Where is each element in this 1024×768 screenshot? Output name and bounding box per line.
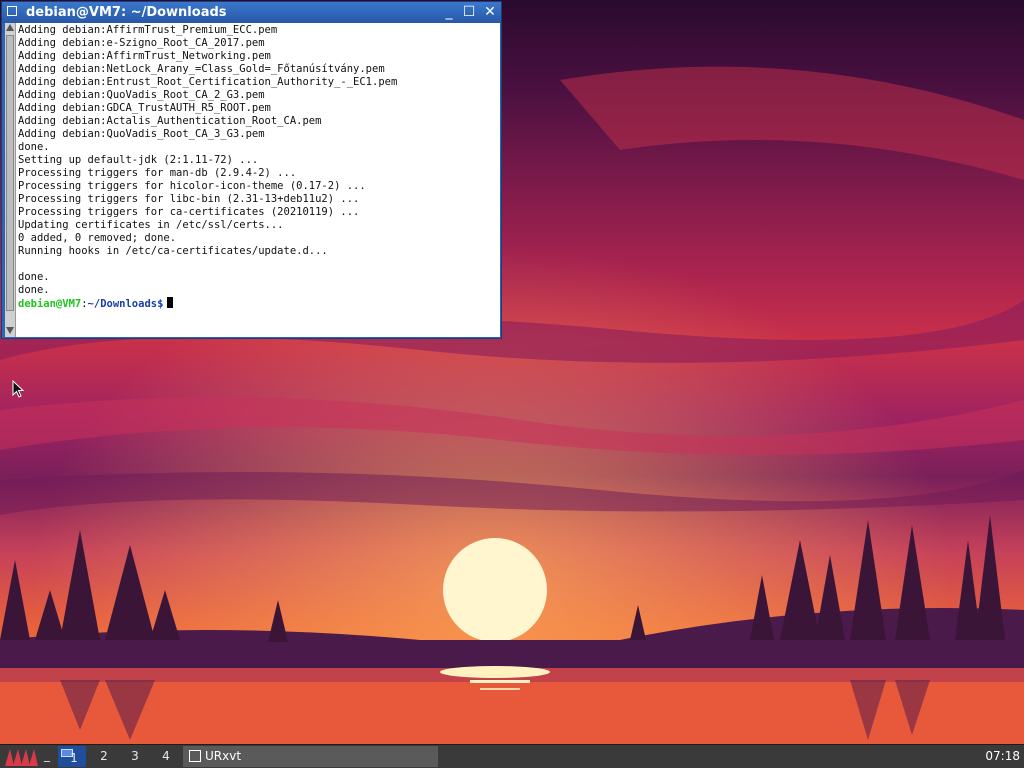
terminal-line: Adding debian:AffirmTrust_Networking.pem — [18, 50, 271, 62]
terminal-line: done. — [18, 141, 50, 153]
workspace-1[interactable]: 1 — [58, 746, 86, 767]
terminal-line: Processing triggers for hicolor-icon-the… — [18, 180, 366, 192]
terminal-content-area[interactable]: Adding debian:AffirmTrust_Premium_ECC.pe… — [5, 23, 500, 337]
terminal-window[interactable]: debian@VM7: ~/Downloads _ ☐ ✕ Adding deb… — [1, 1, 502, 339]
prompt-symbol: $ — [157, 298, 164, 310]
mouse-pointer-icon — [12, 380, 24, 398]
scroll-up-arrow-icon[interactable] — [6, 24, 14, 31]
terminal-line: Adding debian:QuoVadis_Root_CA_2_G3.pem — [18, 89, 265, 101]
taskbar-task-urxvt[interactable]: URxvt — [183, 746, 438, 767]
terminal-window-icon — [189, 750, 201, 762]
terminal-scrollbar[interactable] — [5, 23, 16, 337]
terminal-line: done. — [18, 284, 50, 296]
terminal-line: Adding debian:e-Szigno_Root_CA_2017.pem — [18, 37, 265, 49]
workspace-2[interactable]: 2 — [90, 746, 118, 767]
close-button[interactable]: ✕ — [481, 4, 499, 21]
terminal-output: Adding debian:AffirmTrust_Premium_ECC.pe… — [18, 24, 498, 310]
prompt-path: ~/Downloads — [87, 298, 158, 310]
maximize-button[interactable]: ☐ — [460, 4, 478, 21]
debian-menu-logo-icon[interactable] — [2, 746, 42, 767]
clock[interactable]: 07:18 — [985, 746, 1020, 767]
taskbar: _ 1 2 3 4 URxvt 07:18 — [0, 744, 1024, 768]
terminal-line: Adding debian:GDCA_TrustAUTH_R5_ROOT.pem — [18, 102, 271, 114]
terminal-line: Adding debian:AffirmTrust_Premium_ECC.pe… — [18, 24, 278, 36]
terminal-line: 0 added, 0 removed; done. — [18, 232, 177, 244]
workspace-label: 3 — [131, 749, 139, 763]
window-titlebar[interactable]: debian@VM7: ~/Downloads _ ☐ ✕ — [2, 2, 501, 23]
terminal-line: Processing triggers for ca-certificates … — [18, 206, 360, 218]
prompt-user-host: debian@VM7 — [18, 298, 82, 310]
window-title: debian@VM7: ~/Downloads — [26, 5, 227, 20]
task-label: URxvt — [205, 749, 242, 763]
workspace-label: 1 — [70, 751, 78, 765]
terminal-line: Processing triggers for man-db (2.9.4-2)… — [18, 167, 297, 179]
terminal-line: Running hooks in /etc/ca-certificates/up… — [18, 245, 328, 257]
scroll-down-arrow-icon[interactable] — [6, 327, 14, 334]
show-desktop-button[interactable]: _ — [44, 746, 56, 767]
terminal-line: Adding debian:QuoVadis_Root_CA_3_G3.pem — [18, 128, 265, 140]
terminal-line: Updating certificates in /etc/ssl/certs.… — [18, 219, 284, 231]
scrollbar-thumb[interactable] — [6, 35, 14, 311]
workspace-label: 2 — [100, 749, 108, 763]
workspace-label: 4 — [162, 749, 170, 763]
text-cursor — [167, 297, 174, 308]
terminal-line: Adding debian:NetLock_Arany_=Class_Gold=… — [18, 63, 385, 75]
terminal-line: Processing triggers for libc-bin (2.31-1… — [18, 193, 360, 205]
minimize-button[interactable]: _ — [440, 4, 458, 21]
terminal-line: Setting up default-jdk (2:1.11-72) ... — [18, 154, 259, 166]
terminal-line: done. — [18, 271, 50, 283]
terminal-line: Adding debian:Entrust_Root_Certification… — [18, 76, 398, 88]
terminal-line: Adding debian:Actalis_Authentication_Roo… — [18, 115, 322, 127]
workspace-3[interactable]: 3 — [121, 746, 149, 767]
terminal-prompt[interactable]: debian@VM7:~/Downloads$ — [18, 297, 498, 310]
terminal-window-icon[interactable] — [7, 6, 17, 16]
workspace-4[interactable]: 4 — [152, 746, 180, 767]
